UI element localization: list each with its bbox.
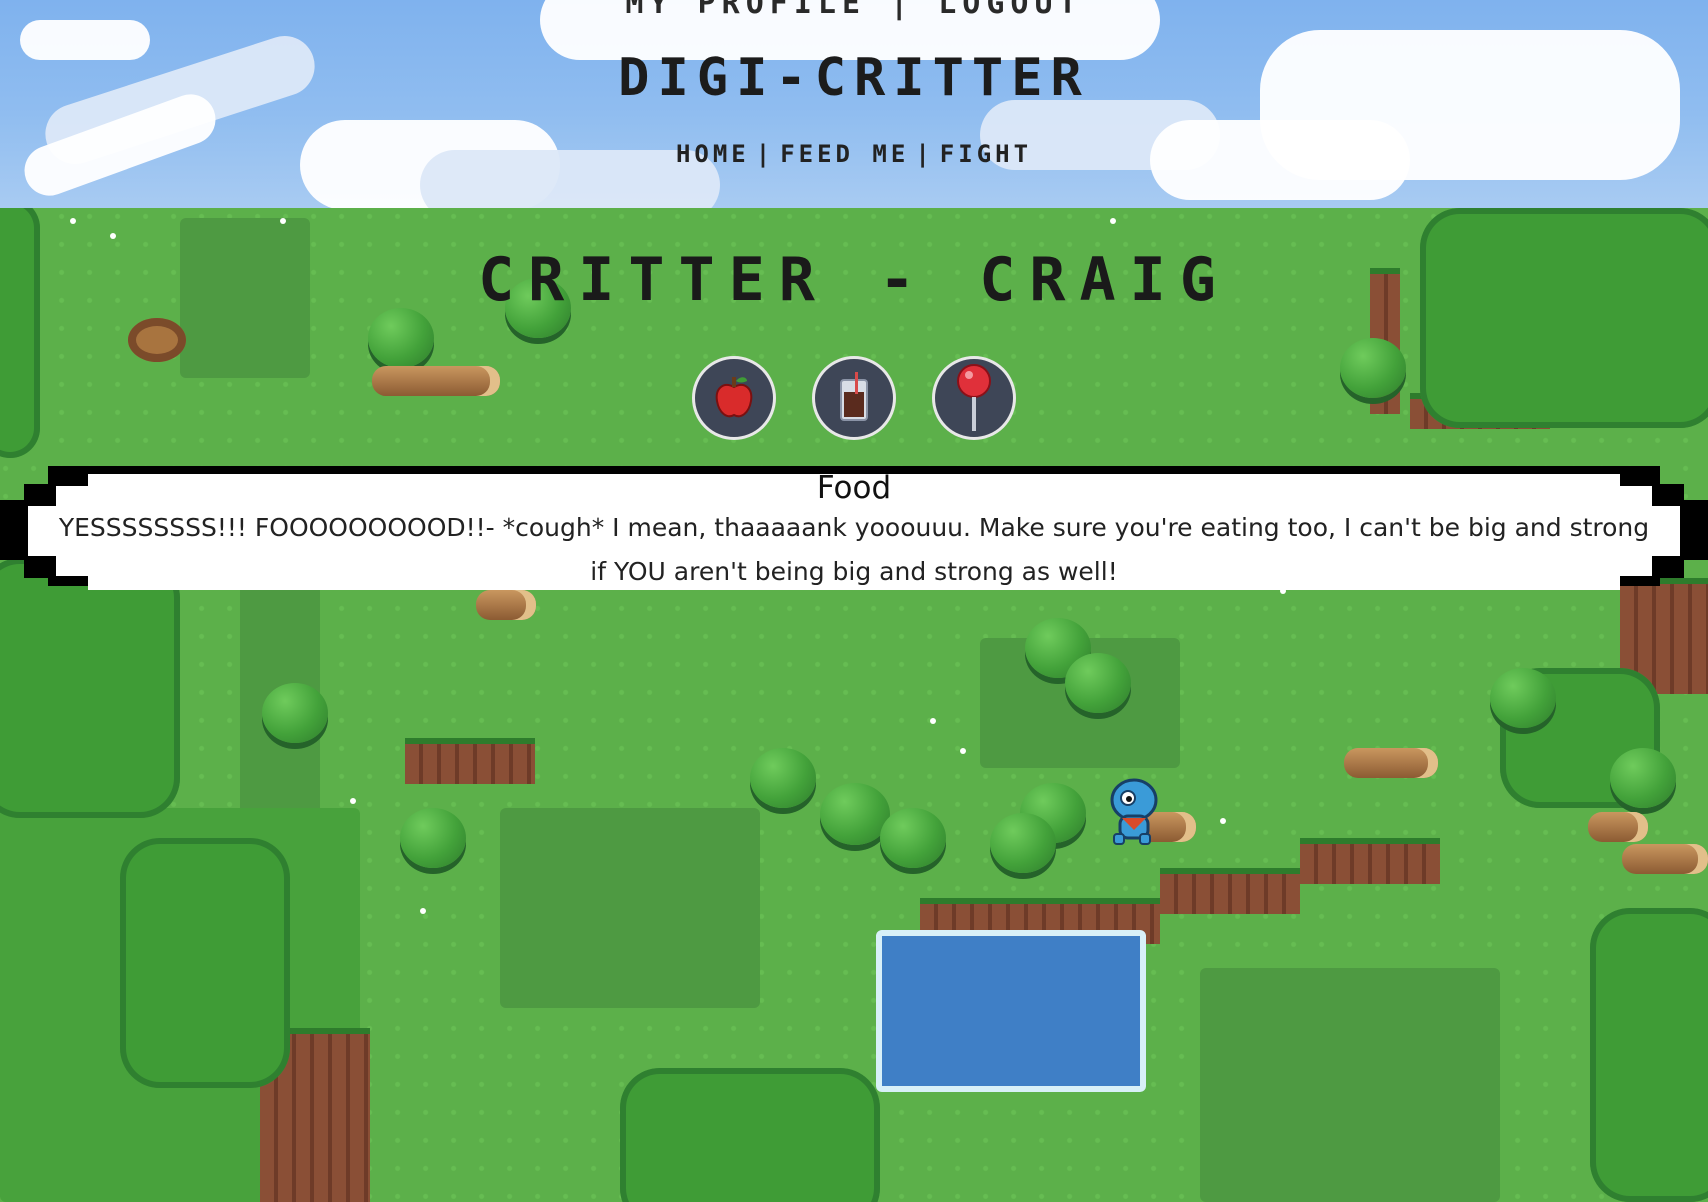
toy-button[interactable] xyxy=(932,356,1016,440)
tree-cluster xyxy=(1590,908,1708,1202)
dialog-box: Food YESSSSSSSS!!! FOOOOOOOOOD!!- *cough… xyxy=(0,460,1708,590)
log xyxy=(1588,812,1648,842)
cliff xyxy=(1300,838,1440,884)
flower xyxy=(1110,218,1116,224)
nav-separator: | xyxy=(915,140,934,168)
flower xyxy=(110,233,116,239)
grass-patch xyxy=(1200,968,1500,1202)
critter-sprite[interactable] xyxy=(1104,778,1164,850)
dialog-title: Food xyxy=(816,470,892,506)
feed-apple-button[interactable] xyxy=(692,356,776,440)
log xyxy=(476,590,536,620)
main-nav: HOME | FEED ME | FIGHT xyxy=(0,140,1708,168)
account-links[interactable]: MY PROFILE | LOGOUT xyxy=(0,0,1708,21)
pond xyxy=(876,930,1146,1092)
tree-cluster xyxy=(620,1068,880,1202)
cliff xyxy=(405,738,535,784)
flower xyxy=(1220,818,1226,824)
cliff xyxy=(1160,868,1300,914)
feed-drink-button[interactable] xyxy=(812,356,896,440)
site-title: DIGI-CRITTER xyxy=(618,48,1090,108)
tree xyxy=(750,748,816,808)
grass-patch xyxy=(500,808,760,1008)
nav-home[interactable]: HOME xyxy=(676,140,750,168)
tree xyxy=(1490,668,1556,728)
apple-icon xyxy=(715,377,753,418)
tree xyxy=(400,808,466,868)
nav-fight[interactable]: FIGHT xyxy=(940,140,1032,168)
action-buttons xyxy=(0,356,1708,440)
flower xyxy=(350,798,356,804)
nav-feed-me[interactable]: FEED ME xyxy=(780,140,909,168)
sky-header: MY PROFILE | LOGOUT DIGI-CRITTER HOME | FE… xyxy=(0,0,1708,208)
flower xyxy=(960,748,966,754)
tree-cluster xyxy=(120,838,290,1088)
dialog-message: YESSSSSSSS!!! FOOOOOOOOOD!!- *cough* I m… xyxy=(58,513,1650,586)
log xyxy=(1622,844,1708,874)
flower xyxy=(280,218,286,224)
lollipop-icon xyxy=(957,364,991,431)
log xyxy=(1344,748,1438,778)
tree xyxy=(1065,653,1131,713)
flower xyxy=(930,718,936,724)
tree xyxy=(880,808,946,868)
tree-cluster xyxy=(0,558,180,818)
nav-separator: | xyxy=(755,140,775,168)
tree xyxy=(262,683,328,743)
flower xyxy=(420,908,426,914)
tree xyxy=(1610,748,1676,808)
flower xyxy=(70,218,76,224)
cola-glass-icon xyxy=(840,372,868,421)
tree xyxy=(990,813,1056,873)
critter-name-title: CRITTER - CRAIG xyxy=(478,245,1230,315)
